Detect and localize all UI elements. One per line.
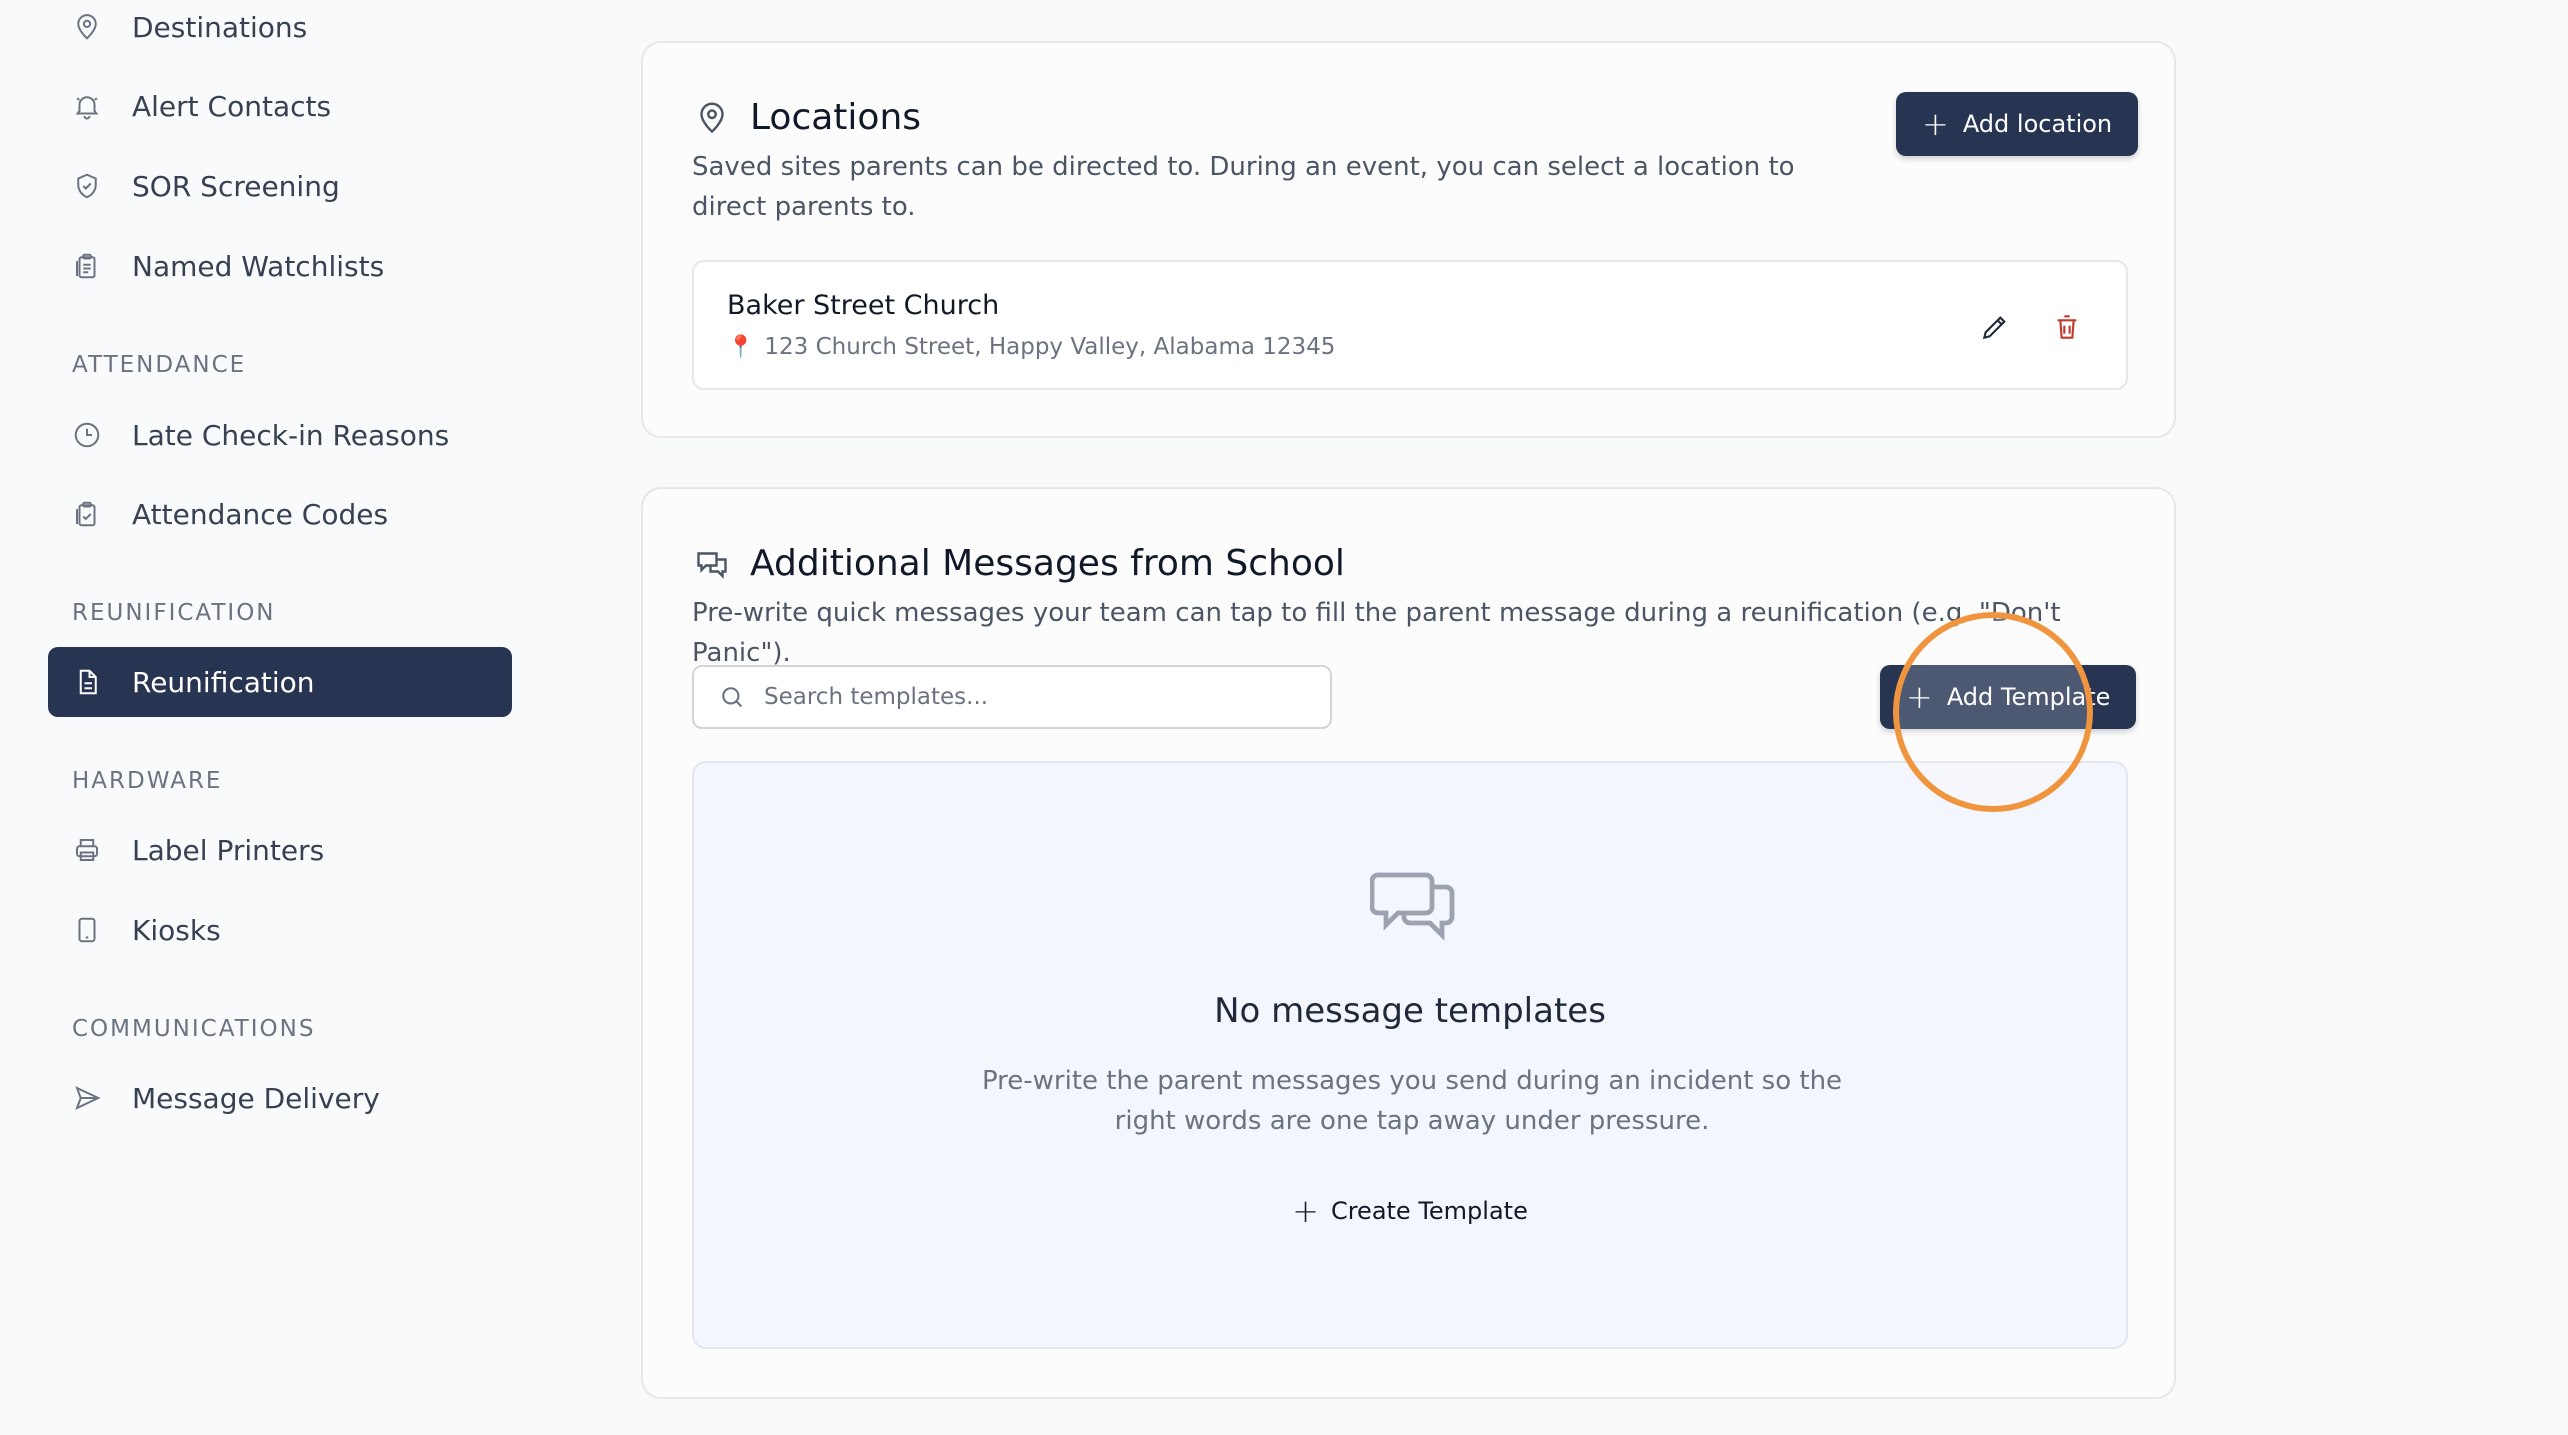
sidebar-item-reunification[interactable]: Reunification [48,647,512,717]
section-label-attendance: ATTENDANCE [72,352,247,378]
locations-description: Saved sites parents can be directed to. … [692,152,1795,222]
map-pin-icon [692,98,732,138]
sidebar-item-kiosks[interactable]: Kiosks [48,895,512,965]
sidebar-item-label: Named Watchlists [132,249,385,283]
sidebar-item-label: Destinations [132,10,308,44]
location-address-text: 123 Church Street, Happy Valley, Alabama… [764,334,1336,360]
sidebar-item-late-check-in-reasons[interactable]: Late Check-in Reasons [48,400,512,470]
clipboard-list-icon [70,249,104,283]
pencil-icon [1982,316,2006,340]
empty-state-title: No message templates [1214,991,1606,1031]
delete-location-button[interactable] [2048,308,2086,346]
sidebar: Destinations Alert Contacts SOR Screenin… [0,0,560,1435]
messages-description: Pre-write quick messages your team can t… [692,598,2061,668]
edit-location-button[interactable] [1976,308,2014,346]
sidebar-item-attendance-codes[interactable]: Attendance Codes [48,479,512,549]
sidebar-item-label: Late Check-in Reasons [132,418,450,452]
sidebar-item-named-watchlists[interactable]: Named Watchlists [48,231,512,301]
add-location-label: Add location [1962,110,2113,138]
add-template-button[interactable]: + Add Template [1880,665,2137,729]
shield-check-icon [70,169,104,203]
settings-page: Destinations Alert Contacts SOR Screenin… [0,0,2568,1435]
locations-card: Locations Saved sites parents can be dir… [641,41,2176,438]
locations-title-text: Locations [750,97,922,138]
clipboard-check-icon [70,497,104,531]
sidebar-item-label-printers[interactable]: Label Printers [48,815,512,885]
location-name: Baker Street Church [727,290,1000,321]
sidebar-item-label: Attendance Codes [132,497,389,531]
create-template-label: Create Template [1330,1197,1528,1225]
tablet-icon [70,913,104,947]
messages-title-text: Additional Messages from School [750,543,1345,584]
map-pin-icon [70,10,104,44]
sidebar-item-message-delivery[interactable]: Message Delivery [48,1063,512,1133]
location-address: 📍 123 Church Street, Happy Valley, Alaba… [727,334,1335,360]
sidebar-item-label: Alert Contacts [132,89,332,123]
sidebar-item-label: Reunification [132,665,315,699]
section-label-hardware: HARDWARE [72,768,223,794]
add-template-label: Add Template [1946,683,2111,711]
sidebar-item-label: Kiosks [132,913,221,947]
create-template-button[interactable]: + Create Template [694,1195,2126,1227]
empty-state: No message templates Pre-write the paren… [692,761,2128,1349]
section-label-communications: COMMUNICATIONS [72,1016,316,1042]
search-icon [722,687,743,708]
chat-bubbles-icon [1370,872,1455,941]
search-templates-input[interactable] [764,684,1324,710]
messages-title: Additional Messages from School [692,543,1345,584]
sidebar-item-label: SOR Screening [132,169,340,203]
sidebar-item-alert-contacts[interactable]: Alert Contacts [48,71,512,141]
trash-icon [2057,315,2077,339]
send-icon [70,1081,104,1115]
location-row: Baker Street Church 📍 123 Church Street,… [692,260,2128,390]
sidebar-item-sor-screening[interactable]: SOR Screening [48,151,512,221]
sidebar-item-label: Label Printers [132,833,325,867]
section-label-reunification: REUNIFICATION [72,600,276,626]
map-pin-icon: 📍 [727,334,755,360]
messages-card: Additional Messages from School Pre-writ… [641,487,2176,1399]
clock-icon [70,418,104,452]
sidebar-item-destinations[interactable]: Destinations [48,0,512,62]
printer-icon [70,833,104,867]
plus-icon: + [1906,678,1933,716]
search-templates-field[interactable] [692,665,1332,729]
add-location-button[interactable]: + Add location [1896,92,2139,156]
locations-title: Locations [692,97,921,138]
empty-state-description: Pre-write the parent messages you send d… [981,1066,1843,1136]
document-icon [70,665,104,699]
chat-bubbles-icon [692,544,732,584]
bell-icon [70,89,104,123]
plus-icon: + [1292,1192,1319,1230]
sidebar-item-label: Message Delivery [132,1081,380,1115]
plus-icon: + [1922,105,1949,143]
